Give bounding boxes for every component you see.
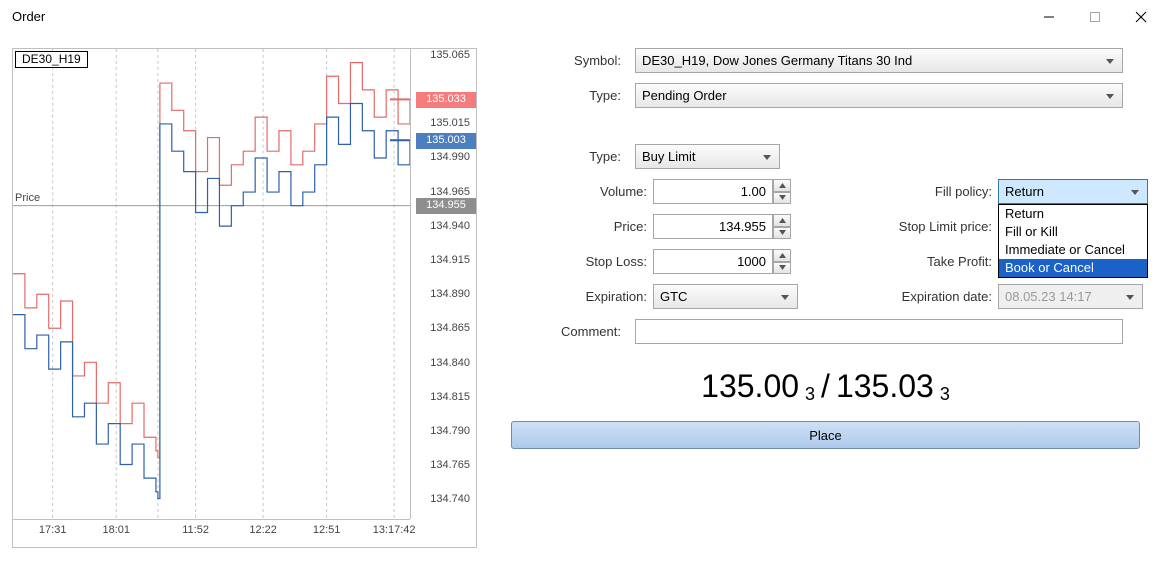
volume-spinner[interactable] bbox=[653, 179, 799, 204]
y-tick: 134.740 bbox=[430, 493, 470, 505]
stoploss-input[interactable] bbox=[653, 249, 773, 274]
x-tick: 18:01 bbox=[102, 524, 130, 536]
tick-chart: DE30_H19 Price 135.033 135.003 134.955 1… bbox=[12, 48, 477, 548]
price-label: Price: bbox=[507, 219, 653, 234]
order-form: Symbol: DE30_H19, Dow Jones Germany Tita… bbox=[507, 48, 1144, 550]
x-tick: 12:22 bbox=[249, 524, 277, 536]
fillpolicy-option[interactable]: Book or Cancel bbox=[999, 259, 1147, 277]
pending-type-select[interactable]: Buy Limit bbox=[635, 144, 780, 169]
comment-label: Comment: bbox=[507, 324, 627, 339]
spin-down-icon[interactable] bbox=[773, 227, 791, 240]
window-title: Order bbox=[12, 9, 45, 24]
spin-down-icon[interactable] bbox=[773, 192, 791, 205]
ask-price-tag: 135.033 bbox=[416, 92, 476, 108]
expiration-label: Expiration: bbox=[507, 289, 653, 304]
x-tick: 17:31 bbox=[39, 524, 67, 536]
y-tick: 135.065 bbox=[430, 49, 470, 61]
x-tick: 13:17:42 bbox=[373, 524, 416, 536]
y-tick: 134.915 bbox=[430, 254, 470, 266]
symbol-select[interactable]: DE30_H19, Dow Jones Germany Titans 30 In… bbox=[635, 48, 1123, 73]
fillpolicy-dropdown-list[interactable]: ReturnFill or KillImmediate or CancelBoo… bbox=[998, 204, 1148, 278]
price-line-tag: 134.955 bbox=[416, 198, 476, 214]
pending-type-label: Type: bbox=[507, 149, 627, 164]
price-input[interactable] bbox=[653, 214, 773, 239]
spin-down-icon[interactable] bbox=[773, 262, 791, 275]
expiration-select[interactable]: GTC bbox=[653, 284, 798, 309]
titlebar: Order bbox=[0, 0, 1164, 34]
close-button[interactable] bbox=[1118, 0, 1164, 34]
volume-label: Volume: bbox=[507, 184, 653, 199]
minimize-button[interactable] bbox=[1026, 0, 1072, 34]
y-tick: 135.015 bbox=[430, 117, 470, 129]
comment-input[interactable] bbox=[635, 319, 1123, 344]
stoploss-spinner[interactable] bbox=[653, 249, 799, 274]
spin-up-icon[interactable] bbox=[773, 214, 791, 227]
place-button[interactable]: Place bbox=[511, 421, 1140, 449]
fillpolicy-label: Fill policy: bbox=[799, 184, 998, 199]
y-tick: 134.965 bbox=[430, 186, 470, 198]
y-tick: 134.765 bbox=[430, 459, 470, 471]
symbol-label: Symbol: bbox=[507, 53, 627, 68]
y-tick: 134.865 bbox=[430, 322, 470, 334]
spin-up-icon[interactable] bbox=[773, 249, 791, 262]
maximize-button[interactable] bbox=[1072, 0, 1118, 34]
fillpolicy-option[interactable]: Fill or Kill bbox=[999, 223, 1147, 241]
spin-up-icon[interactable] bbox=[773, 179, 791, 192]
stoploss-label: Stop Loss: bbox=[507, 254, 653, 269]
order-type-select[interactable]: Pending Order bbox=[635, 83, 1123, 108]
expdate-label: Expiration date: bbox=[799, 289, 998, 304]
bid-price-tag: 135.003 bbox=[416, 133, 476, 149]
chart-symbol-label: DE30_H19 bbox=[15, 51, 88, 68]
price-line-label: Price bbox=[15, 192, 40, 204]
y-tick: 134.790 bbox=[430, 425, 470, 437]
y-tick: 134.890 bbox=[430, 288, 470, 300]
price-spinner[interactable] bbox=[653, 214, 799, 239]
y-tick: 134.990 bbox=[430, 151, 470, 163]
stoplimit-label: Stop Limit price: bbox=[799, 219, 998, 234]
takeprofit-label: Take Profit: bbox=[799, 254, 998, 269]
y-tick: 134.815 bbox=[430, 391, 470, 403]
fillpolicy-option[interactable]: Return bbox=[999, 205, 1147, 223]
fillpolicy-select[interactable]: Return bbox=[998, 179, 1148, 204]
fillpolicy-option[interactable]: Immediate or Cancel bbox=[999, 241, 1147, 259]
expdate-select: 08.05.23 14:17 bbox=[998, 284, 1143, 309]
bid-ask-quote: 135.003 / 135.033 bbox=[701, 368, 950, 405]
volume-input[interactable] bbox=[653, 179, 773, 204]
order-window: Order DE30_H19 Price 135.033 135.003 134… bbox=[0, 0, 1164, 568]
y-tick: 134.840 bbox=[430, 357, 470, 369]
x-tick: 12:51 bbox=[313, 524, 341, 536]
x-tick: 11:52 bbox=[182, 524, 209, 536]
y-tick: 134.940 bbox=[430, 220, 470, 232]
order-type-label: Type: bbox=[507, 88, 627, 103]
